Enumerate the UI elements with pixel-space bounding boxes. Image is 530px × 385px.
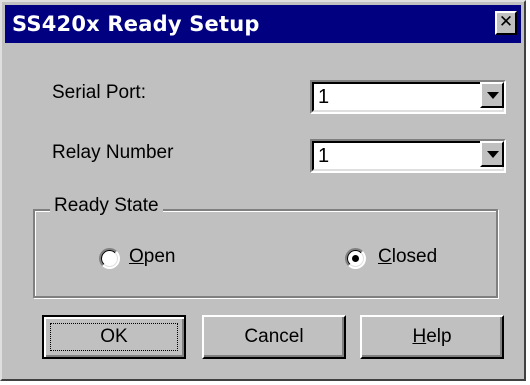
help-button[interactable]: Help bbox=[360, 315, 504, 359]
radio-open-label[interactable]: Open bbox=[129, 246, 175, 268]
serial-port-label: Serial Port: bbox=[52, 82, 146, 103]
relay-number-value: 1 bbox=[318, 145, 330, 167]
close-icon: ✕ bbox=[498, 12, 514, 32]
relay-number-dropdown-arrow-icon[interactable] bbox=[480, 141, 504, 167]
window-title: SS420x Ready Setup bbox=[12, 12, 260, 36]
close-button[interactable]: ✕ bbox=[495, 11, 517, 35]
cancel-button[interactable]: Cancel bbox=[202, 315, 346, 359]
ready-state-title: Ready State bbox=[50, 195, 163, 217]
radio-closed[interactable] bbox=[345, 248, 366, 269]
radio-closed-label[interactable]: Closed bbox=[378, 246, 437, 268]
radio-open[interactable] bbox=[99, 248, 120, 269]
serial-port-dropdown-arrow-icon[interactable] bbox=[480, 82, 504, 108]
serial-port-select[interactable]: 1 bbox=[310, 80, 506, 114]
title-bar[interactable]: SS420x Ready Setup ✕ bbox=[5, 5, 521, 43]
relay-number-select[interactable]: 1 bbox=[310, 139, 506, 173]
ok-button[interactable]: OK bbox=[42, 315, 186, 359]
dialog-window: SS420x Ready Setup ✕ Serial Port: 1 Rela… bbox=[0, 0, 526, 381]
relay-number-label: Relay Number bbox=[52, 142, 174, 163]
serial-port-value: 1 bbox=[318, 86, 330, 108]
